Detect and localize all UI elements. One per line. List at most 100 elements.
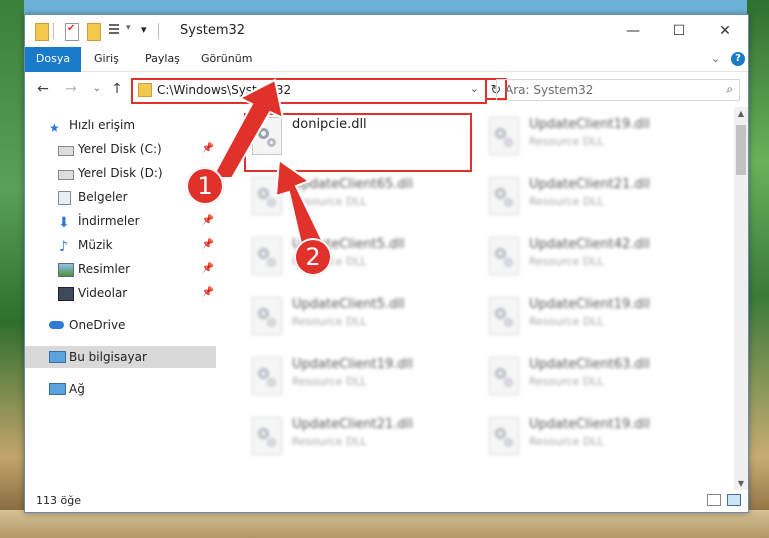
file-item[interactable]: UpdateClient19.dll Resource DLL xyxy=(483,414,703,464)
sidebar-item-label: Bu bilgisayar xyxy=(69,350,147,364)
pin-icon[interactable]: 📌 xyxy=(202,282,214,304)
back-button[interactable]: ← xyxy=(33,80,53,98)
tab-view[interactable]: Görünüm xyxy=(201,47,252,71)
dll-file-icon xyxy=(489,297,519,335)
sidebar-item-label: Hızlı erişim xyxy=(69,118,136,132)
minimize-button[interactable]: — xyxy=(610,15,656,47)
sidebar-item-label: Müzik xyxy=(78,238,113,252)
cloud-icon xyxy=(49,321,64,329)
large-icons-view-icon[interactable] xyxy=(727,494,741,506)
pin-icon[interactable]: 📌 xyxy=(202,234,214,256)
toolbar-menu-icon[interactable]: ▾ xyxy=(141,23,147,39)
file-description: Resource DLL xyxy=(529,435,604,448)
dll-file-icon xyxy=(252,237,282,275)
file-description: Resource DLL xyxy=(292,195,367,208)
file-name: UpdateClient21.dll xyxy=(529,177,650,192)
sidebar-item-network[interactable]: Ağ xyxy=(25,378,216,400)
dll-file-icon xyxy=(489,177,519,215)
quick-access-toolbar-dropdown-icon[interactable]: ▾ xyxy=(126,23,131,39)
sidebar-item-label: Ağ xyxy=(69,382,85,396)
search-placeholder: Ara: System32 xyxy=(505,83,594,97)
desktop-wallpaper-right xyxy=(747,0,769,538)
dll-file-icon xyxy=(252,177,282,215)
close-button[interactable]: ✕ xyxy=(702,15,748,47)
vertical-scrollbar[interactable]: ▲ ▼ xyxy=(734,107,748,490)
sidebar-item-downloads[interactable]: ⬇ İndirmeler 📌 xyxy=(25,210,216,232)
sidebar-item-pictures[interactable]: Resimler 📌 xyxy=(25,258,216,280)
navigation-pane: ★ Hızlı erişim Yerel Disk (C:) 📌 Yerel D… xyxy=(25,107,216,490)
address-path: C:\Windows\System32 xyxy=(157,83,292,97)
pictures-icon xyxy=(58,263,74,277)
maximize-button[interactable]: ☐ xyxy=(656,15,702,47)
file-description: Resource DLL xyxy=(292,435,367,448)
ribbon-collapse-icon[interactable]: ⌄ xyxy=(711,47,720,71)
file-description: Resource DLL xyxy=(292,315,367,328)
customize-view-icon[interactable] xyxy=(109,23,123,39)
file-name: UpdateClient42.dll xyxy=(529,237,650,252)
recent-locations-button[interactable]: ⌄ xyxy=(87,80,107,98)
drive-icon xyxy=(58,146,74,156)
dll-file-icon xyxy=(252,357,282,395)
ribbon: Dosya Giriş Paylaş Görünüm ⌄ ? xyxy=(25,47,748,97)
sidebar-item-quick-access[interactable]: ★ Hızlı erişim xyxy=(25,114,216,136)
sidebar-item-label: Yerel Disk (D:) xyxy=(78,166,163,180)
computer-icon xyxy=(49,351,66,363)
pin-icon[interactable]: 📌 xyxy=(202,138,214,160)
step-callout-2: 2 xyxy=(294,238,332,276)
sidebar-item-label: Videolar xyxy=(78,286,128,300)
details-view-icon[interactable] xyxy=(707,494,721,506)
sidebar-item-label: Yerel Disk (C:) xyxy=(78,142,162,156)
file-item[interactable]: UpdateClient65.dll Resource DLL xyxy=(246,174,466,224)
pin-icon[interactable]: 📌 xyxy=(202,258,214,280)
desktop-wallpaper-left xyxy=(0,0,24,538)
sidebar-item-music[interactable]: ♪ Müzik 📌 xyxy=(25,234,216,256)
help-icon[interactable]: ? xyxy=(731,52,745,66)
search-icon: ⌕ xyxy=(726,82,733,96)
file-item[interactable]: UpdateClient63.dll Resource DLL xyxy=(483,354,703,404)
dll-file-icon xyxy=(489,237,519,275)
scrollbar-thumb[interactable] xyxy=(736,125,746,175)
network-icon xyxy=(49,383,66,395)
file-name: UpdateClient65.dll xyxy=(292,177,413,192)
sidebar-item-onedrive[interactable]: OneDrive xyxy=(25,314,216,336)
sidebar-item-label: Resimler xyxy=(78,262,131,276)
tab-home[interactable]: Giriş xyxy=(94,47,119,71)
videos-icon xyxy=(58,287,74,301)
forward-button[interactable]: → xyxy=(61,80,81,98)
sidebar-item-this-pc[interactable]: Bu bilgisayar xyxy=(25,346,216,368)
documents-icon xyxy=(58,191,71,205)
tab-share[interactable]: Paylaş xyxy=(145,47,180,71)
file-item[interactable]: UpdateClient42.dll Resource DLL xyxy=(483,234,703,284)
new-folder-icon[interactable] xyxy=(87,23,101,41)
file-item[interactable]: UpdateClient5.dll Resource DLL xyxy=(246,294,466,344)
file-name: UpdateClient21.dll xyxy=(292,417,413,432)
desktop-wallpaper-bottom xyxy=(0,510,769,538)
file-item[interactable]: UpdateClient21.dll Resource DLL xyxy=(246,414,466,464)
address-dropdown-icon[interactable]: ⌄ xyxy=(470,82,479,95)
drive-icon xyxy=(58,170,74,180)
file-name: UpdateClient5.dll xyxy=(292,297,405,312)
file-item[interactable]: UpdateClient19.dll Resource DLL xyxy=(246,354,466,404)
step-callout-1: 1 xyxy=(186,167,224,205)
search-box[interactable]: Ara: System32 ⌕ xyxy=(496,79,740,101)
sidebar-item-label: OneDrive xyxy=(69,318,126,332)
separator xyxy=(53,23,54,39)
file-item[interactable]: UpdateClient19.dll Resource DLL xyxy=(483,114,703,164)
pin-icon[interactable]: 📌 xyxy=(202,210,214,232)
dll-file-icon xyxy=(252,297,282,335)
title-bar: ✔ ▾ ▾ System32 — ☐ ✕ xyxy=(25,15,748,47)
scroll-down-icon[interactable]: ▼ xyxy=(734,479,748,488)
address-bar[interactable]: C:\Windows\System32 ⌄ xyxy=(131,78,487,104)
file-name: UpdateClient63.dll xyxy=(529,357,650,372)
sidebar-item-local-disk-c[interactable]: Yerel Disk (C:) 📌 xyxy=(25,138,216,160)
file-item[interactable]: UpdateClient21.dll Resource DLL xyxy=(483,174,703,224)
sidebar-item-videos[interactable]: Videolar 📌 xyxy=(25,282,216,304)
dll-file-icon xyxy=(489,357,519,395)
file-item[interactable]: UpdateClient19.dll Resource DLL xyxy=(483,294,703,344)
file-item[interactable]: UpdateClient5.dll Resource DLL xyxy=(246,234,466,284)
up-button[interactable]: ↑ xyxy=(107,80,127,98)
properties-icon[interactable]: ✔ xyxy=(65,23,79,41)
dll-file-icon xyxy=(489,117,519,155)
scroll-up-icon[interactable]: ▲ xyxy=(734,109,748,118)
status-bar: 113 öğe xyxy=(25,490,748,512)
